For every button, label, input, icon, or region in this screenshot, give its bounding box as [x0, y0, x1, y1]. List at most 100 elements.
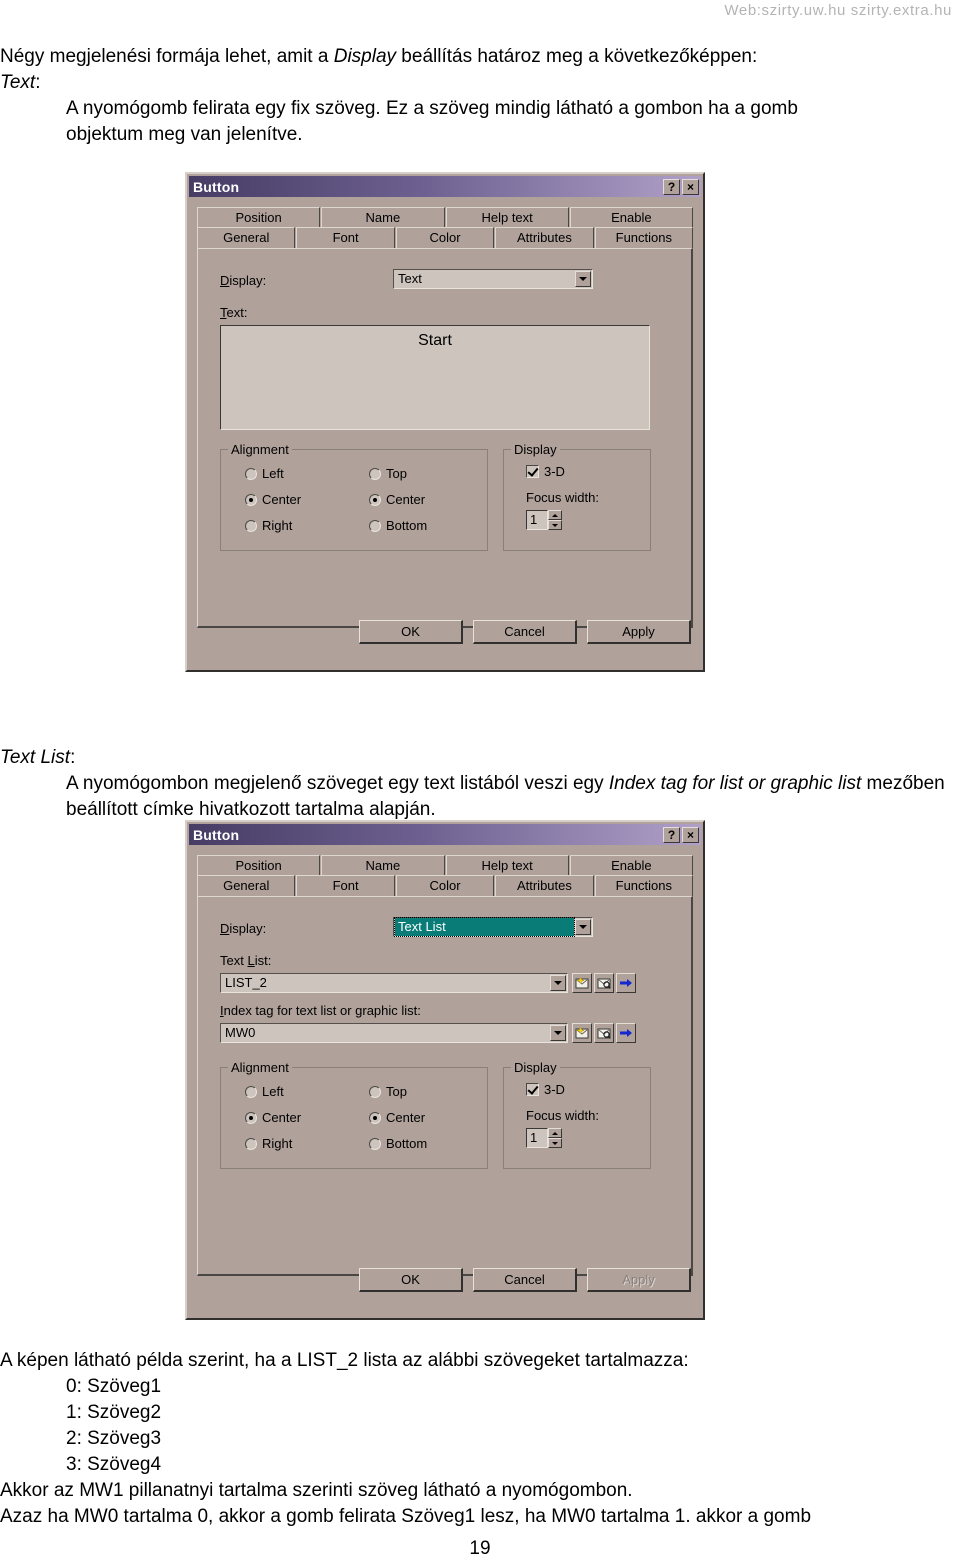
new-tag-icon[interactable]: [572, 1023, 592, 1043]
checkbox-3d[interactable]: 3-D: [526, 1082, 565, 1097]
tab-enable[interactable]: Enable: [569, 207, 693, 228]
browse-tag-glyph: [597, 1028, 611, 1039]
radio-indicator: [245, 467, 257, 480]
radio-indicator: [245, 1111, 257, 1124]
radio-align-center-v[interactable]: Center: [369, 1110, 425, 1125]
list-item: 1: Szöveg2: [66, 1402, 162, 1423]
apply-button: Apply: [587, 1268, 691, 1292]
chevron-down-icon[interactable]: [575, 271, 591, 287]
help-icon[interactable]: ?: [663, 178, 680, 195]
stepper-buttons[interactable]: [548, 510, 562, 530]
stepper-down-icon[interactable]: [548, 520, 562, 530]
radio-align-bottom[interactable]: Bottom: [369, 1136, 427, 1151]
radio-label: Center: [386, 1110, 426, 1125]
tab-name[interactable]: Name: [321, 855, 445, 876]
cancel-button[interactable]: Cancel: [473, 620, 577, 644]
new-tag-icon[interactable]: [572, 973, 592, 993]
close-icon[interactable]: ×: [682, 826, 699, 843]
text-preview-box[interactable]: Start: [220, 325, 650, 430]
tab-attributes[interactable]: Attributes: [495, 227, 594, 248]
radio-label: Center: [262, 492, 302, 507]
dialog-titlebar[interactable]: Button ? ×: [189, 176, 701, 197]
button-dialog-text[interactable]: Button ? × Position Name Help text Enabl…: [185, 172, 705, 672]
radio-indicator: [369, 519, 381, 532]
tab-font[interactable]: Font: [296, 875, 395, 896]
stepper-buttons[interactable]: [548, 1128, 562, 1148]
tab-general[interactable]: General: [197, 875, 296, 896]
radio-label: Center: [386, 492, 426, 507]
focus-width-stepper[interactable]: 1: [526, 1128, 562, 1148]
tab-panel-general: Display: Text List Text List: LIST_2 Ind…: [197, 896, 693, 1276]
chevron-down-icon[interactable]: [575, 919, 591, 935]
tab-strip[interactable]: Position Name Help text Enable General F…: [197, 855, 694, 896]
tab-color[interactable]: Color: [395, 875, 495, 896]
radio-indicator: [369, 467, 381, 480]
chevron-down-icon[interactable]: [550, 975, 566, 991]
focus-width-value[interactable]: 1: [526, 510, 548, 530]
radio-align-center-h[interactable]: Center: [245, 492, 301, 507]
bottom-line-3: Azaz ha MW0 tartalma 0, akkor a gomb fel…: [0, 1506, 812, 1527]
cancel-button[interactable]: Cancel: [473, 1268, 577, 1292]
checkbox-indicator: [526, 465, 539, 478]
radio-indicator: [245, 1137, 257, 1150]
tab-row-upper: Position Name Help text Enable: [197, 207, 693, 228]
intro-line-1: Négy megjelenési formája lehet, amit a D…: [0, 44, 940, 70]
heading-textlist-colon: :: [70, 747, 76, 768]
focus-width-value[interactable]: 1: [526, 1128, 548, 1148]
radio-align-top[interactable]: Top: [369, 1084, 407, 1099]
tab-color[interactable]: Color: [395, 227, 495, 248]
tab-functions[interactable]: Functions: [594, 875, 694, 896]
button-dialog-textlist[interactable]: Button ? × Position Name Help text Enabl…: [185, 820, 705, 1320]
tab-enable[interactable]: Enable: [569, 855, 693, 876]
display-combobox[interactable]: Text List: [393, 917, 593, 937]
textlist-label: Text List:: [220, 953, 272, 968]
stepper-up-icon[interactable]: [548, 1128, 562, 1138]
tab-attributes[interactable]: Attributes: [495, 875, 594, 896]
tab-row-upper: Position Name Help text Enable: [197, 855, 693, 876]
focus-width-stepper[interactable]: 1: [526, 510, 562, 530]
radio-align-center-v[interactable]: Center: [369, 492, 425, 507]
radio-label: Right: [262, 1136, 293, 1151]
radio-align-bottom[interactable]: Bottom: [369, 518, 427, 533]
tab-help-text[interactable]: Help text: [445, 207, 569, 228]
ok-button[interactable]: OK: [359, 620, 463, 644]
textlist-combobox[interactable]: LIST_2: [220, 973, 568, 993]
dialog-action-buttons: OK Cancel Apply: [359, 1268, 691, 1292]
radio-indicator: [245, 493, 257, 506]
new-tag-glyph: [575, 977, 589, 989]
browse-tag-icon[interactable]: [594, 973, 614, 993]
index-tag-combobox[interactable]: MW0: [220, 1023, 568, 1043]
dialog-titlebar[interactable]: Button ? ×: [189, 824, 701, 845]
heading-text: Text:: [0, 70, 940, 96]
stepper-up-icon[interactable]: [548, 510, 562, 520]
browse-tag-icon[interactable]: [594, 1023, 614, 1043]
goto-tag-icon[interactable]: [616, 1023, 636, 1043]
radio-align-left[interactable]: Left: [245, 1084, 284, 1099]
tab-position[interactable]: Position: [197, 855, 321, 876]
ok-button[interactable]: OK: [359, 1268, 463, 1292]
tab-help-text[interactable]: Help text: [445, 855, 569, 876]
apply-button[interactable]: Apply: [587, 620, 691, 644]
tab-position[interactable]: Position: [197, 207, 321, 228]
radio-align-center-h[interactable]: Center: [245, 1110, 301, 1125]
tab-general[interactable]: General: [197, 227, 296, 248]
radio-align-right[interactable]: Right: [245, 1136, 292, 1151]
radio-indicator: [369, 1137, 381, 1150]
tab-strip[interactable]: Position Name Help text Enable General F…: [197, 207, 694, 248]
goto-tag-icon[interactable]: [616, 973, 636, 993]
text-body-line-2: objektum meg van jelenítve.: [66, 124, 303, 145]
tab-name[interactable]: Name: [321, 207, 445, 228]
alignment-legend: Alignment: [228, 1060, 292, 1075]
radio-align-left[interactable]: Left: [245, 466, 284, 481]
tab-functions[interactable]: Functions: [594, 227, 694, 248]
radio-align-right[interactable]: Right: [245, 518, 292, 533]
list-item: 2: Szöveg3: [66, 1428, 162, 1449]
checkbox-3d[interactable]: 3-D: [526, 464, 565, 479]
stepper-down-icon[interactable]: [548, 1138, 562, 1148]
close-icon[interactable]: ×: [682, 178, 699, 195]
help-icon[interactable]: ?: [663, 826, 680, 843]
display-combobox[interactable]: Text: [393, 269, 593, 289]
radio-align-top[interactable]: Top: [369, 466, 407, 481]
tab-font[interactable]: Font: [296, 227, 395, 248]
chevron-down-icon[interactable]: [550, 1025, 566, 1041]
